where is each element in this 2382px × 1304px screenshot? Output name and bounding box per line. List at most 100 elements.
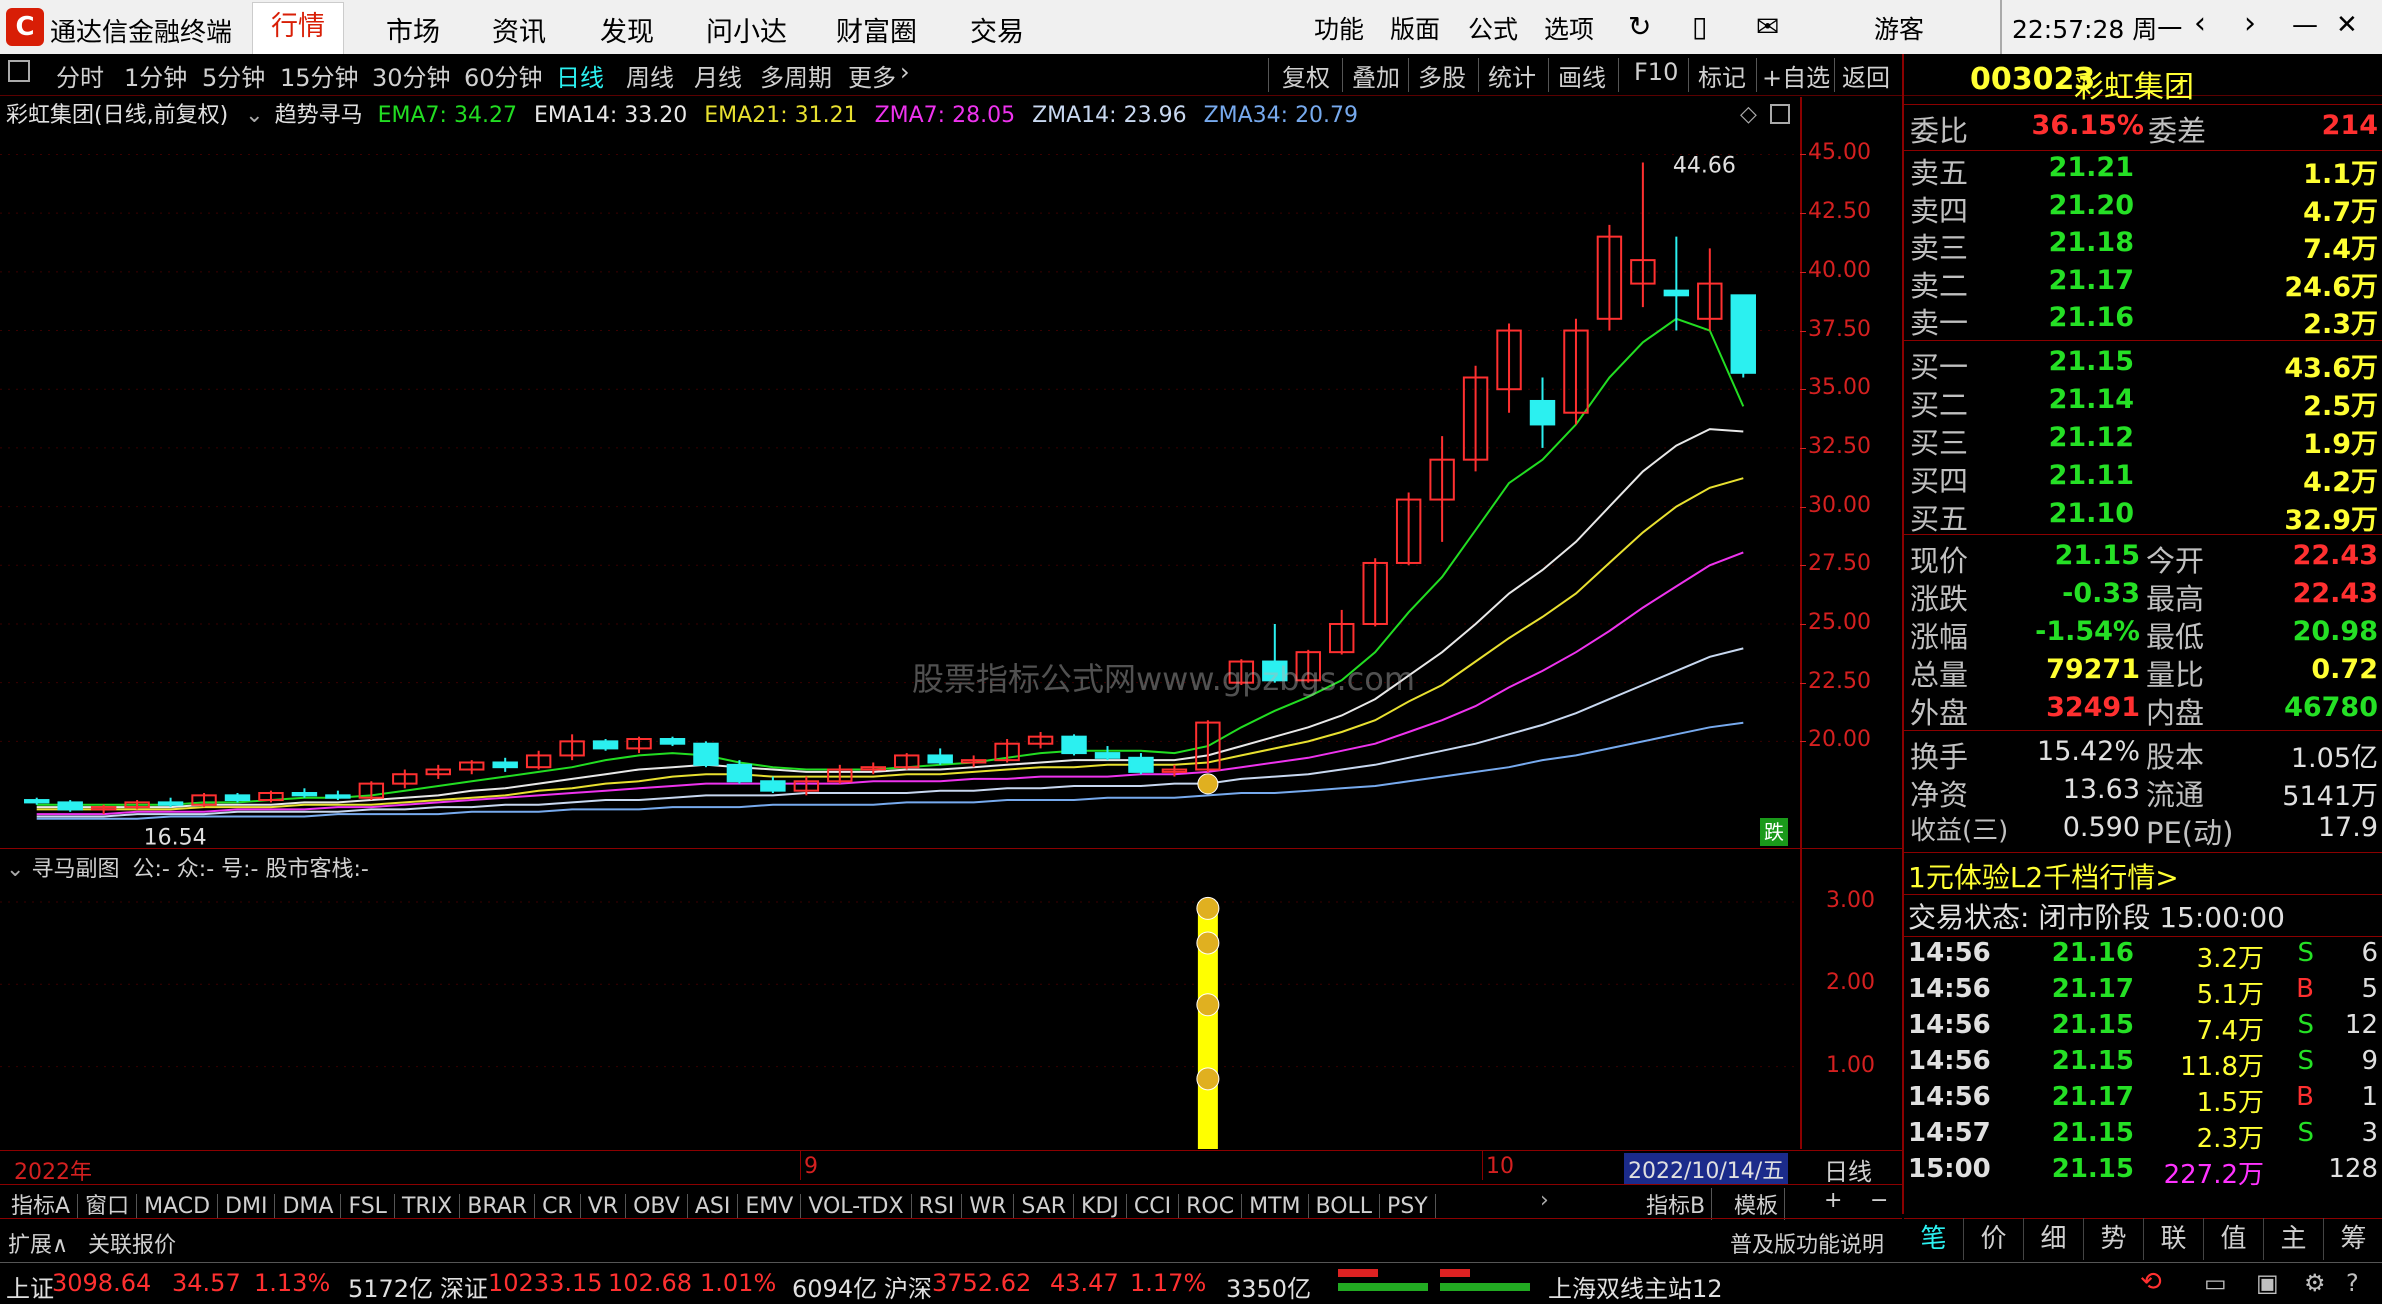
tool-biaoji[interactable]: 标记 — [1698, 58, 1746, 93]
server-name[interactable]: 上海双线主站12 — [1548, 1269, 1723, 1304]
tool-duogu[interactable]: 多股 — [1418, 58, 1466, 93]
tab-macd[interactable]: MACD — [137, 1194, 219, 1219]
settings-icon[interactable]: ⚙ — [2304, 1269, 2326, 1297]
chevron-right-icon[interactable]: › — [900, 58, 910, 86]
sidebar-toggle-icon[interactable] — [8, 60, 30, 82]
tool-huaxian[interactable]: 画线 — [1558, 58, 1606, 93]
index-sz-label[interactable]: 深证 — [440, 1269, 488, 1304]
tab-indicator-b[interactable]: 指标B — [1640, 1188, 1713, 1220]
period-day[interactable]: 日线 — [556, 58, 604, 93]
sell-price[interactable]: 21.17 — [1994, 265, 2134, 296]
buy-price[interactable]: 21.11 — [1994, 460, 2134, 491]
tab-cr[interactable]: CR — [535, 1194, 581, 1219]
back-icon[interactable]: ‹ — [2194, 6, 2206, 41]
menu-banmian[interactable]: 版面 — [1390, 10, 1440, 46]
sub-chart[interactable] — [0, 849, 1800, 1151]
tab-mtm[interactable]: MTM — [1242, 1194, 1309, 1219]
sell-price[interactable]: 21.20 — [1994, 190, 2134, 221]
menu-xuanxiang[interactable]: 选项 — [1544, 10, 1594, 46]
sync-icon[interactable]: ⟲ — [2140, 1267, 2162, 1297]
phone-icon[interactable]: ▯ — [1692, 10, 1707, 43]
tab-boll[interactable]: BOLL — [1308, 1194, 1381, 1219]
tool-fuquan[interactable]: 复权 — [1282, 58, 1330, 93]
kline-chart[interactable]: 44.66 16.54 — [0, 97, 1800, 857]
menu-shichang[interactable]: 市场 — [386, 10, 440, 49]
period-more[interactable]: 更多 — [848, 58, 896, 93]
period-label[interactable]: 日线 — [1824, 1152, 1872, 1187]
tool-add-watch[interactable]: +自选 — [1762, 58, 1830, 93]
tab-template[interactable]: 模板 — [1728, 1188, 1786, 1220]
tab-dmi[interactable]: DMI — [218, 1194, 276, 1219]
remove-tab-button[interactable]: − — [1864, 1188, 1894, 1213]
tab-asi[interactable]: ASI — [687, 1194, 739, 1219]
buy-price[interactable]: 21.15 — [1994, 346, 2134, 377]
menu-gongneng[interactable]: 功能 — [1314, 10, 1364, 46]
close-icon[interactable]: ✕ — [2336, 10, 2358, 40]
edition-info-link[interactable]: 普及版功能说明 — [1730, 1227, 1884, 1259]
period-5min[interactable]: 5分钟 — [202, 58, 265, 93]
tab-brar[interactable]: BRAR — [460, 1194, 536, 1219]
panel-tab[interactable]: 细 — [2024, 1218, 2084, 1260]
tab-psy[interactable]: PSY — [1380, 1194, 1436, 1219]
buy-price[interactable]: 21.12 — [1994, 422, 2134, 453]
tab-dma[interactable]: DMA — [275, 1194, 342, 1219]
panel-tab[interactable]: 主 — [2264, 1218, 2324, 1260]
panel-tab[interactable]: 筹 — [2324, 1218, 2382, 1260]
menu-caifuquan[interactable]: 财富圈 — [836, 10, 917, 49]
minimize-icon[interactable]: — — [2292, 10, 2318, 40]
tab-fsl[interactable]: FSL — [341, 1194, 395, 1219]
period-fenshi[interactable]: 分时 — [56, 58, 104, 93]
window-icon[interactable]: ▭ — [2204, 1269, 2227, 1297]
panel-tab[interactable]: 势 — [2084, 1218, 2144, 1260]
menu-gongshi[interactable]: 公式 — [1468, 10, 1518, 46]
period-week[interactable]: 周线 — [626, 58, 674, 93]
tab-sar[interactable]: SAR — [1014, 1194, 1075, 1219]
l2-promo-link[interactable]: 1元体验L2千档行情> — [1908, 856, 2179, 896]
message-icon[interactable]: ▣ — [2256, 1269, 2279, 1297]
period-1min[interactable]: 1分钟 — [124, 58, 187, 93]
forward-icon[interactable]: › — [2244, 6, 2256, 41]
panel-tab[interactable]: 值 — [2204, 1218, 2264, 1260]
menu-faxian[interactable]: 发现 — [600, 10, 654, 49]
user-label[interactable]: 游客 — [1874, 10, 1924, 46]
buy-price[interactable]: 21.10 — [1994, 498, 2134, 529]
sell-price[interactable]: 21.18 — [1994, 227, 2134, 258]
period-15min[interactable]: 15分钟 — [280, 58, 359, 93]
tab-cci[interactable]: CCI — [1126, 1194, 1180, 1219]
mail-icon[interactable]: ✉ — [1756, 10, 1779, 43]
panel-tab[interactable]: 价 — [1964, 1218, 2024, 1260]
panel-tab[interactable]: 笔 — [1904, 1218, 1964, 1260]
tab-指标a[interactable]: 指标A — [4, 1194, 79, 1219]
expand-button[interactable]: 扩展∧ — [8, 1227, 68, 1259]
tab-obv[interactable]: OBV — [626, 1194, 688, 1219]
sell-price[interactable]: 21.16 — [1994, 302, 2134, 333]
period-60min[interactable]: 60分钟 — [464, 58, 543, 93]
tab-roc[interactable]: ROC — [1179, 1194, 1243, 1219]
menu-zixun[interactable]: 资讯 — [492, 10, 546, 49]
tab-kdj[interactable]: KDJ — [1074, 1194, 1127, 1219]
add-tab-button[interactable]: + — [1818, 1188, 1848, 1213]
tab-rsi[interactable]: RSI — [911, 1194, 963, 1219]
tool-f10[interactable]: F10 — [1634, 58, 1678, 86]
period-30min[interactable]: 30分钟 — [372, 58, 451, 93]
tab-vol-tdx[interactable]: VOL-TDX — [801, 1194, 912, 1219]
menu-wenxiaoda[interactable]: 问小达 — [706, 10, 787, 49]
tool-diejia[interactable]: 叠加 — [1352, 58, 1400, 93]
panel-tab[interactable]: 联 — [2144, 1218, 2204, 1260]
menu-hangqing[interactable]: 行情 — [252, 2, 344, 54]
menu-jiaoyi[interactable]: 交易 — [970, 10, 1024, 49]
tab-窗口[interactable]: 窗口 — [78, 1194, 138, 1219]
tool-tongji[interactable]: 统计 — [1488, 58, 1536, 93]
index-hs-label[interactable]: 沪深 — [884, 1269, 932, 1304]
tab-trix[interactable]: TRIX — [394, 1194, 461, 1219]
period-multi[interactable]: 多周期 — [760, 58, 832, 93]
tab-emv[interactable]: EMV — [738, 1194, 802, 1219]
buy-price[interactable]: 21.14 — [1994, 384, 2134, 415]
tool-back[interactable]: 返回 — [1842, 58, 1890, 93]
tabs-more-icon[interactable]: › — [1540, 1188, 1549, 1213]
sell-price[interactable]: 21.21 — [1994, 152, 2134, 183]
period-month[interactable]: 月线 — [694, 58, 742, 93]
tab-vr[interactable]: VR — [580, 1194, 627, 1219]
help-icon[interactable]: ? — [2346, 1269, 2359, 1297]
index-sh-label[interactable]: 上证 — [6, 1269, 54, 1304]
